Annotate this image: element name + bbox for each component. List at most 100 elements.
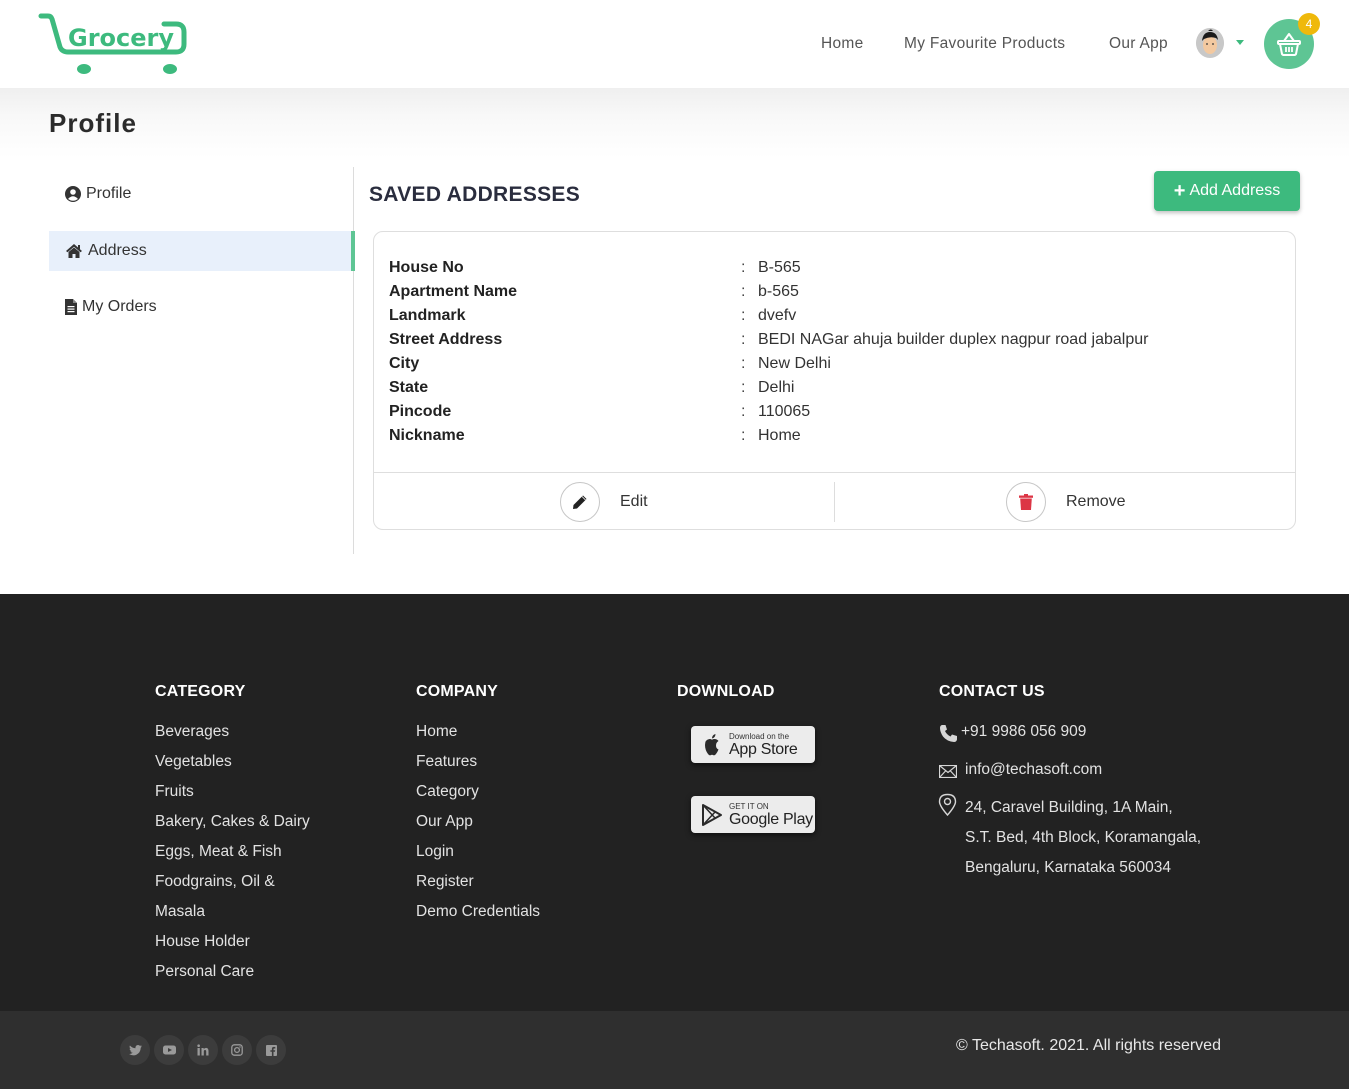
app-store-small-text: Download on the xyxy=(729,731,790,741)
footer-company-link[interactable]: Login xyxy=(416,843,454,861)
mail-icon xyxy=(939,765,957,778)
file-icon xyxy=(65,299,77,315)
sidebar-item-address[interactable]: Address xyxy=(49,231,355,271)
footer-category-link[interactable]: Masala xyxy=(155,903,205,921)
site-header: Grocery Home My Favourite Products Our A… xyxy=(0,0,1349,88)
contact-phone[interactable]: +91 9986 056 909 xyxy=(961,723,1086,741)
linkedin-link[interactable] xyxy=(188,1035,218,1065)
app-store-big-text: App Store xyxy=(729,740,798,758)
remove-circle xyxy=(1006,481,1046,522)
address-field-row: House No : B-565 xyxy=(389,259,1289,283)
sidebar-item-profile[interactable]: Profile xyxy=(49,174,354,214)
google-play-icon xyxy=(702,803,722,826)
field-value: dvefv xyxy=(758,307,797,324)
contact-address-line: Bengaluru, Karnataka 560034 xyxy=(965,859,1171,876)
contact-email[interactable]: info@techasoft.com xyxy=(965,761,1102,779)
field-label: Pincode xyxy=(389,403,452,420)
footer-category-link[interactable]: Beverages xyxy=(155,723,229,741)
app-store-button[interactable]: Download on the App Store xyxy=(691,726,815,763)
linkedin-icon xyxy=(197,1044,209,1056)
field-label: State xyxy=(389,379,429,396)
user-avatar[interactable] xyxy=(1196,28,1224,58)
site-footer: CATEGORY Beverages Vegetables Fruits Bak… xyxy=(0,594,1349,1011)
google-play-button[interactable]: GET IT ON Google Play xyxy=(691,796,815,833)
field-label: City xyxy=(389,355,420,372)
home-icon xyxy=(66,244,82,258)
footer-category-link[interactable]: Personal Care xyxy=(155,963,254,981)
address-field-row: Landmark : dvefv xyxy=(389,307,1289,331)
google-play-small-text: GET IT ON xyxy=(729,801,769,811)
footer-category-link[interactable]: Eggs, Meat & Fish xyxy=(155,843,282,861)
twitter-link[interactable] xyxy=(120,1035,150,1065)
user-menu-caret-icon[interactable] xyxy=(1236,40,1244,45)
footer-company-link[interactable]: Category xyxy=(416,783,479,801)
facebook-link[interactable] xyxy=(256,1035,286,1065)
footer-category-link[interactable]: Bakery, Cakes & Dairy xyxy=(155,813,310,831)
field-separator: : xyxy=(741,379,746,396)
field-separator: : xyxy=(741,283,746,300)
grocery-logo[interactable]: Grocery xyxy=(38,12,190,76)
title-band xyxy=(0,88,1349,158)
address-field-row: Apartment Name : b-565 xyxy=(389,283,1289,307)
field-label: House No xyxy=(389,259,464,276)
add-address-label: Add Address xyxy=(1189,182,1281,199)
nav-home[interactable]: Home xyxy=(821,35,864,53)
footer-company-heading: COMPANY xyxy=(416,683,498,700)
address-card: House No : B-565 Apartment Name : b-565 … xyxy=(373,231,1296,530)
footer-company-link[interactable]: Our App xyxy=(416,813,473,831)
footer-category-link[interactable]: Fruits xyxy=(155,783,194,801)
page-title: Profile xyxy=(49,108,137,138)
footer-company-link[interactable]: Features xyxy=(416,753,477,771)
address-field-row: Street Address : BEDI NAGar ahuja builde… xyxy=(389,331,1289,355)
address-field-row: Nickname : Home xyxy=(389,427,1289,451)
address-field-row: Pincode : 110065 xyxy=(389,403,1289,427)
sidebar-item-label: Profile xyxy=(86,185,132,202)
field-separator: : xyxy=(741,331,746,348)
nav-favourite-products[interactable]: My Favourite Products xyxy=(904,35,1065,53)
actions-divider xyxy=(834,482,835,522)
footer-company-link[interactable]: Register xyxy=(416,873,474,891)
footer-contact-heading: CONTACT US xyxy=(939,683,1045,700)
footer-company-link[interactable]: Home xyxy=(416,723,457,741)
sidebar-item-my-orders[interactable]: My Orders xyxy=(49,287,354,327)
field-value: b-565 xyxy=(758,283,799,300)
field-value: B-565 xyxy=(758,259,801,276)
footer-category-link[interactable]: House Holder xyxy=(155,933,250,951)
instagram-icon xyxy=(231,1044,243,1056)
footer-category-link[interactable]: Vegetables xyxy=(155,753,232,771)
field-label: Landmark xyxy=(389,307,466,324)
field-separator: : xyxy=(741,307,746,324)
trash-icon xyxy=(1019,493,1033,510)
remove-address-button[interactable]: Remove xyxy=(1006,473,1126,530)
field-separator: : xyxy=(741,355,746,372)
apple-icon xyxy=(705,733,719,755)
profile-sidebar: Profile Address My Orders xyxy=(49,167,355,554)
field-label: Nickname xyxy=(389,427,465,444)
field-value: New Delhi xyxy=(758,355,831,372)
address-card-actions: Edit Remove xyxy=(374,472,1295,529)
instagram-link[interactable] xyxy=(222,1035,252,1065)
contact-address-line: S.T. Bed, 4th Block, Koramangala, xyxy=(965,829,1202,846)
edit-address-button[interactable]: Edit xyxy=(560,473,648,530)
copyright-text: © Techasoft. 2021. All rights reserved xyxy=(956,1037,1221,1054)
field-separator: : xyxy=(741,259,746,276)
basket-icon xyxy=(1277,33,1301,56)
address-field-row: State : Delhi xyxy=(389,379,1289,403)
pencil-icon xyxy=(573,495,587,509)
field-value: Home xyxy=(758,427,801,444)
sidebar-item-label: My Orders xyxy=(82,298,157,315)
phone-icon xyxy=(940,725,957,742)
google-play-big-text: Google Play xyxy=(729,810,813,828)
twitter-icon xyxy=(128,1044,142,1055)
plus-icon: + xyxy=(1173,180,1186,202)
edit-label: Edit xyxy=(620,492,648,510)
add-address-button[interactable]: + Add Address xyxy=(1154,171,1300,211)
nav-our-app[interactable]: Our App xyxy=(1109,35,1168,53)
facebook-icon xyxy=(265,1044,277,1056)
youtube-link[interactable] xyxy=(154,1035,184,1065)
remove-label: Remove xyxy=(1066,492,1126,510)
field-label: Apartment Name xyxy=(389,283,518,300)
contact-address-line: 24, Caravel Building, 1A Main, xyxy=(965,799,1173,816)
footer-company-link[interactable]: Demo Credentials xyxy=(416,903,540,921)
footer-category-link[interactable]: Foodgrains, Oil & xyxy=(155,873,275,891)
